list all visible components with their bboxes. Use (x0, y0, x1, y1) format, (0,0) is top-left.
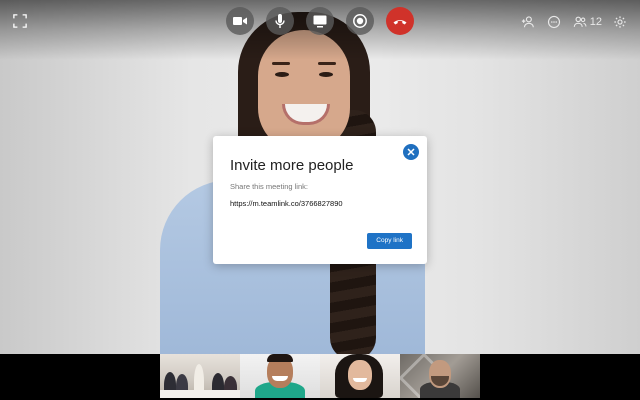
screen-share-icon (313, 15, 327, 28)
end-call-icon (393, 20, 407, 25)
video-icon (233, 17, 247, 25)
participants-button[interactable]: 12 (572, 14, 602, 30)
participant-strip (160, 354, 480, 398)
participant-thumbnail[interactable] (320, 354, 400, 398)
participant-count: 12 (589, 16, 602, 28)
screen-share-button[interactable] (306, 7, 334, 35)
participants-icon-wrap (572, 14, 588, 30)
add-participant-button[interactable] (520, 14, 536, 30)
participant-thumbnail[interactable] (160, 354, 240, 398)
settings-button[interactable] (612, 14, 628, 30)
close-icon (407, 148, 415, 156)
dialog-subtitle: Share this meeting link: (230, 182, 308, 191)
invite-dialog: Invite more people Share this meeting li… (213, 136, 427, 264)
close-dialog-button[interactable] (403, 144, 419, 160)
chat-button[interactable] (546, 14, 562, 30)
microphone-icon (275, 14, 285, 28)
gear-icon (614, 16, 626, 28)
participant-thumbnail[interactable] (240, 354, 320, 398)
top-right-toolbar: 12 (520, 12, 628, 32)
participants-icon (573, 16, 587, 27)
fullscreen-button[interactable] (12, 14, 28, 30)
participant-thumbnail[interactable] (400, 354, 480, 398)
add-person-icon (521, 16, 534, 28)
record-icon (353, 14, 367, 28)
record-button[interactable] (346, 7, 374, 35)
dialog-title: Invite more people (230, 157, 354, 174)
camera-toggle-button[interactable] (226, 7, 254, 35)
end-call-button[interactable] (386, 7, 414, 35)
copy-link-button[interactable]: Copy link (367, 233, 412, 249)
chat-icon (547, 15, 560, 29)
microphone-toggle-button[interactable] (266, 7, 294, 35)
meeting-link[interactable]: https://m.teamlink.co/3766827890 (230, 199, 343, 208)
fullscreen-icon (13, 14, 27, 28)
